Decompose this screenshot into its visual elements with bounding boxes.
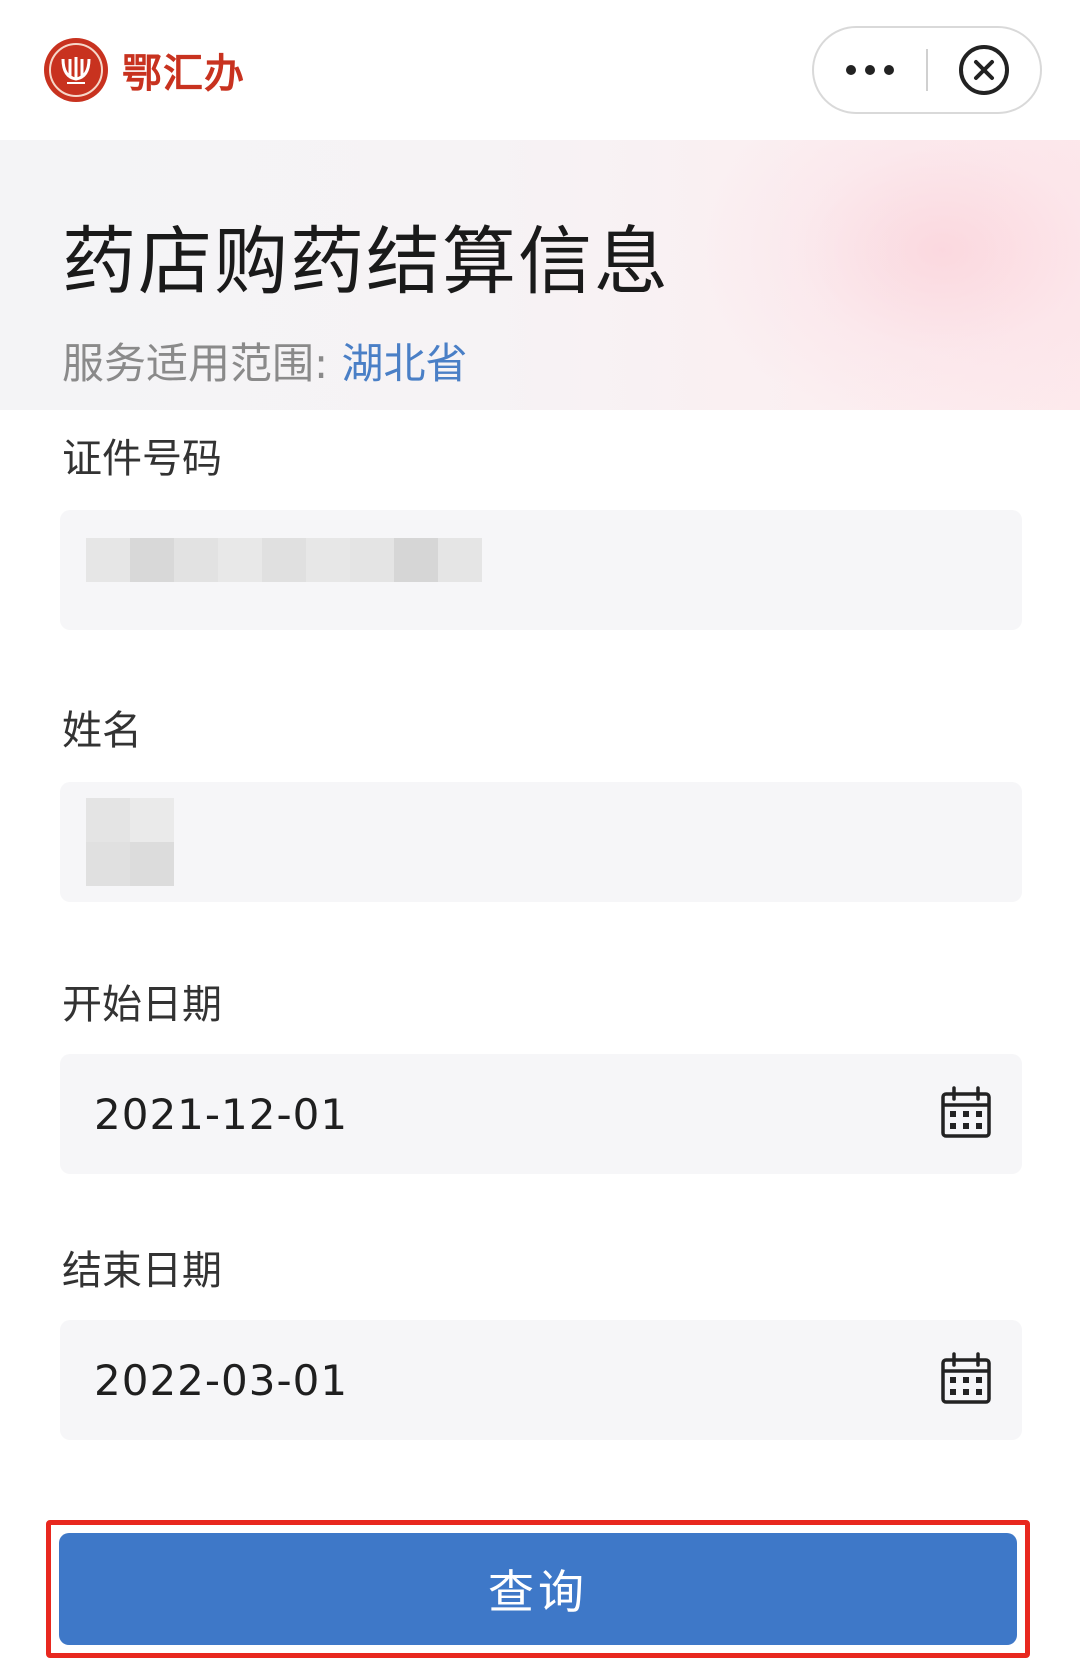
banner-decoration [690,140,1080,410]
id-number-label: 证件号码 [62,436,222,482]
name-field[interactable] [60,782,1022,902]
top-bar: 鄂汇办 [0,0,1080,140]
end-date-field[interactable]: 2022-03-01 [60,1320,1022,1440]
brand-name: 鄂汇办 [122,50,245,97]
id-number-field[interactable] [60,510,1022,630]
query-button[interactable]: 查询 [59,1533,1017,1645]
name-label: 姓名 [62,708,142,754]
service-scope: 服务适用范围: 湖北省 [62,330,468,391]
end-date-value: 2022-03-01 [94,1356,349,1405]
more-dots-icon[interactable] [814,28,926,112]
close-circle-icon[interactable] [928,28,1040,112]
calendar-icon[interactable] [938,1350,994,1410]
start-date-field[interactable]: 2021-12-01 [60,1054,1022,1174]
scope-value: 湖北省 [341,339,468,388]
redacted-name-value [86,798,174,886]
mini-program-capsule [812,26,1042,114]
calendar-icon[interactable] [938,1084,994,1144]
scope-label: 服务适用范围: [62,339,329,388]
brand-logo-icon [44,38,108,102]
redacted-id-value [86,538,482,582]
page-title: 药店购药结算信息 [62,219,670,305]
end-date-label: 结束日期 [62,1248,222,1294]
start-date-label: 开始日期 [62,982,222,1028]
brand: 鄂汇办 [44,38,245,102]
header-banner: 药店购药结算信息 服务适用范围: 湖北省 [0,140,1080,410]
start-date-value: 2021-12-01 [94,1090,349,1139]
query-button-highlight: 查询 [46,1520,1030,1658]
